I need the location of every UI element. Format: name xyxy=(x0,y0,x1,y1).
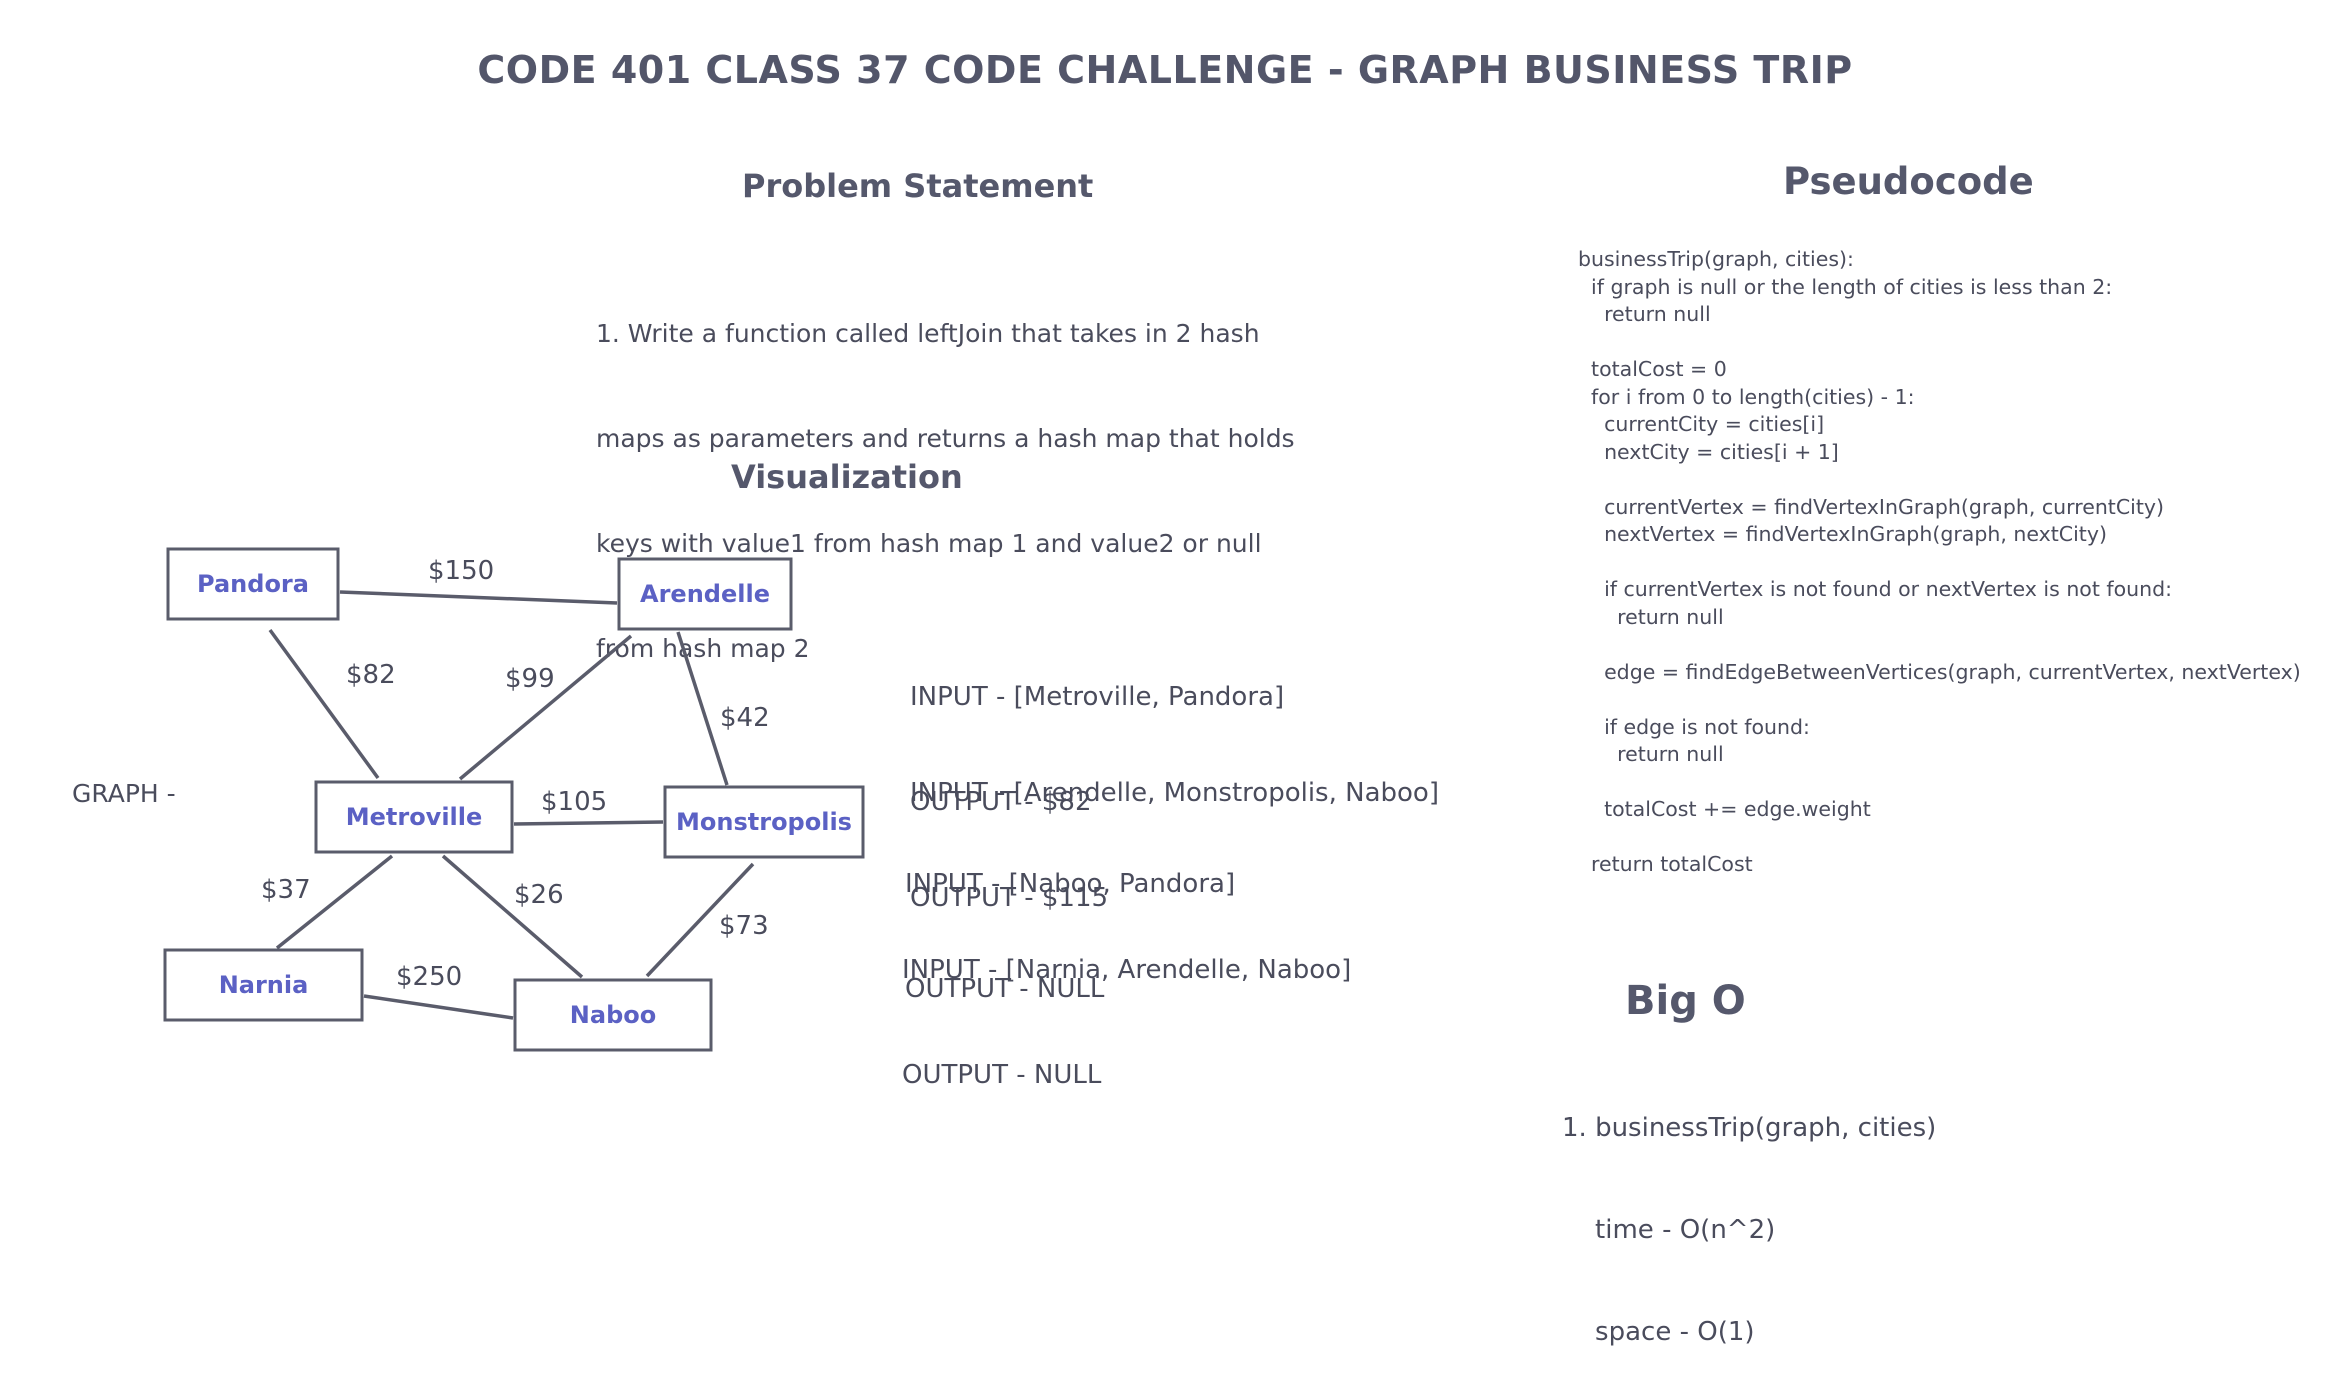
edge-weight-pandora-metroville: $82 xyxy=(346,660,396,690)
edge-metroville-narnia xyxy=(275,854,394,950)
example-output: OUTPUT - NULL xyxy=(902,1060,1102,1090)
node-label: Monstropolis xyxy=(676,808,852,836)
problem-line: keys with value1 from hash map 1 and val… xyxy=(596,529,1262,558)
page-title: CODE 401 CLASS 37 CODE CHALLENGE - GRAPH… xyxy=(477,48,1853,92)
node-box xyxy=(513,978,713,1052)
edge-monstropolis-naboo xyxy=(645,862,755,978)
big-o-line: 1. businessTrip(graph, cities) xyxy=(1562,1113,1937,1143)
big-o-line: time - O(n^2) xyxy=(1562,1215,1776,1245)
node-metroville: Metroville xyxy=(314,780,514,854)
big-o-heading: Big O xyxy=(1625,978,1746,1024)
edge-weight-monstropolis-naboo: $73 xyxy=(719,911,769,941)
pseudocode-heading: Pseudocode xyxy=(1783,160,2034,203)
node-box xyxy=(166,547,340,621)
node-narnia: Narnia xyxy=(163,948,364,1022)
graph-label: GRAPH - xyxy=(72,779,176,808)
big-o-block: 1. businessTrip(graph, cities) time - O(… xyxy=(1562,1043,1936,1383)
node-box xyxy=(663,785,865,859)
edge-pandora-arendelle xyxy=(339,590,618,605)
node-box xyxy=(163,948,364,1022)
node-label: Narnia xyxy=(219,971,309,999)
node-label: Metroville xyxy=(346,803,483,831)
edge-narnia-naboo xyxy=(363,994,514,1020)
edge-weight-narnia-naboo: $250 xyxy=(396,962,462,992)
example-4: INPUT - [Narnia, Arendelle, Naboo] OUTPU… xyxy=(902,883,1351,1128)
example-input: INPUT - [Narnia, Arendelle, Naboo] xyxy=(902,955,1352,985)
node-label: Naboo xyxy=(570,1001,656,1029)
edge-pandora-metroville xyxy=(268,628,380,780)
edge-weight-metroville-narnia: $37 xyxy=(261,875,311,905)
edge-weight-pandora-arendelle: $150 xyxy=(428,556,494,586)
pseudocode-block: businessTrip(graph, cities): if graph is… xyxy=(1578,247,2301,876)
big-o-line: space - O(1) xyxy=(1562,1317,1755,1347)
node-box xyxy=(314,780,514,854)
node-naboo: Naboo xyxy=(513,978,713,1052)
edge-weight-metroville-monstropolis: $105 xyxy=(541,787,607,817)
edge-weight-metroville-naboo: $26 xyxy=(514,880,564,910)
node-pandora: Pandora xyxy=(166,547,340,621)
edge-metroville-monstropolis xyxy=(513,820,664,826)
node-monstropolis: Monstropolis xyxy=(663,785,865,859)
edge-weight-arendelle-metroville: $99 xyxy=(505,664,555,694)
problem-line: maps as parameters and returns a hash ma… xyxy=(596,424,1295,453)
edge-metroville-naboo xyxy=(441,854,584,979)
node-label: Pandora xyxy=(197,570,309,598)
edge-weight-arendelle-monstropolis: $42 xyxy=(720,703,770,733)
problem-statement-heading: Problem Statement xyxy=(742,167,1094,205)
visualization-heading: Visualization xyxy=(731,458,963,496)
problem-line: 1. Write a function called leftJoin that… xyxy=(596,319,1260,348)
